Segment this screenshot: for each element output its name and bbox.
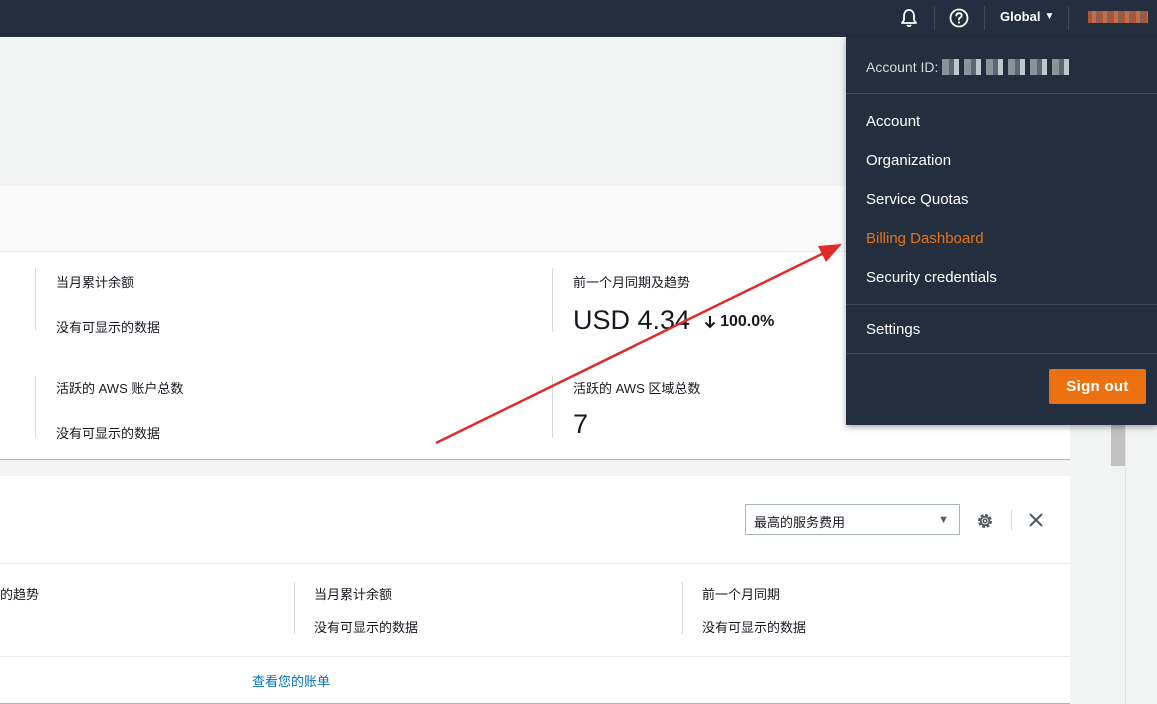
account-menu-button[interactable] bbox=[1088, 11, 1148, 23]
trend-indicator: 100.0% bbox=[704, 313, 774, 331]
nav-divider bbox=[934, 6, 935, 30]
column-divider bbox=[35, 376, 36, 438]
menu-item-service-quotas[interactable]: Service Quotas bbox=[866, 191, 969, 208]
metric-previous-month: 前一个月同期及趋势 USD 4.34 100.0% bbox=[573, 272, 774, 336]
service-filter-select[interactable]: 最高的服务费用 ▼ bbox=[745, 504, 960, 535]
account-id-row: Account ID: bbox=[866, 59, 1073, 75]
nav-divider bbox=[984, 6, 985, 30]
sign-out-button[interactable]: Sign out bbox=[1049, 369, 1146, 404]
column-divider bbox=[552, 268, 553, 332]
metric-value: USD 4.34 bbox=[573, 305, 691, 335]
metric-label: 当月累计余额 bbox=[56, 275, 135, 290]
column-divider bbox=[35, 268, 36, 330]
caret-down-icon: ▼ bbox=[938, 514, 949, 526]
top-services-card: 最高的服务费用 ▼ 的趋势 当月累计余额 没有可显示的数据 前一个月同期 没有可… bbox=[0, 476, 1070, 704]
menu-item-organization[interactable]: Organization bbox=[866, 152, 951, 169]
card-header: 最高的服务费用 ▼ bbox=[0, 476, 1070, 564]
metric-value-row: USD 4.34 100.0% bbox=[573, 305, 774, 336]
region-selector[interactable]: Global ▼ bbox=[1000, 9, 1054, 24]
top-nav: Global ▼ bbox=[0, 0, 1157, 37]
menu-divider bbox=[846, 304, 1157, 305]
menu-divider bbox=[846, 353, 1157, 354]
menu-divider bbox=[846, 93, 1157, 94]
scroll-track bbox=[1125, 424, 1126, 704]
menu-item-account[interactable]: Account bbox=[866, 113, 920, 130]
column-divider bbox=[682, 582, 683, 634]
column-label: 前一个月同期 bbox=[702, 587, 781, 602]
account-id-label: Account ID: bbox=[866, 59, 939, 75]
scrollbar-thumb[interactable] bbox=[1111, 424, 1125, 466]
help-icon[interactable] bbox=[948, 7, 970, 29]
metric-value: 没有可显示的数据 bbox=[56, 426, 161, 441]
view-bill-link[interactable]: 查看您的账单 bbox=[252, 671, 330, 690]
column-label: 的趋势 bbox=[0, 587, 40, 602]
metric-value: 7 bbox=[573, 409, 589, 439]
column-value: 没有可显示的数据 bbox=[314, 620, 419, 635]
caret-down-icon: ▼ bbox=[1044, 11, 1055, 22]
column-value: 没有可显示的数据 bbox=[702, 620, 807, 635]
menu-item-settings[interactable]: Settings bbox=[866, 321, 920, 338]
column-previous-month: 前一个月同期 没有可显示的数据 bbox=[702, 584, 806, 636]
metric-label: 活跃的 AWS 账户总数 bbox=[56, 381, 184, 396]
select-value: 最高的服务费用 bbox=[754, 515, 846, 530]
region-label: Global bbox=[1000, 9, 1041, 24]
gear-icon[interactable] bbox=[975, 511, 995, 531]
column-month-to-date: 当月累计余额 没有可显示的数据 bbox=[314, 584, 418, 636]
trend-value: 100.0% bbox=[720, 313, 775, 330]
menu-item-security-credentials[interactable]: Security credentials bbox=[866, 269, 997, 286]
column-divider bbox=[294, 582, 295, 634]
close-icon[interactable] bbox=[1026, 510, 1046, 530]
account-dropdown-menu: Account ID: Account Organization Service… bbox=[846, 37, 1157, 425]
menu-item-billing-dashboard[interactable]: Billing Dashboard bbox=[866, 230, 984, 247]
metric-month-to-date: 当月累计余额 没有可显示的数据 bbox=[56, 272, 160, 336]
arrow-down-icon bbox=[704, 316, 716, 329]
header-divider bbox=[1011, 510, 1012, 530]
column-divider bbox=[552, 376, 553, 438]
account-id-redacted bbox=[942, 59, 1073, 75]
card-footer-divider bbox=[0, 656, 1070, 657]
metric-active-regions: 活跃的 AWS 区域总数 7 bbox=[573, 378, 700, 440]
metric-label: 前一个月同期及趋势 bbox=[573, 275, 691, 290]
metric-label: 活跃的 AWS 区域总数 bbox=[573, 381, 701, 396]
nav-divider bbox=[1068, 6, 1069, 30]
column-label: 当月累计余额 bbox=[314, 587, 393, 602]
bell-icon[interactable] bbox=[898, 7, 920, 29]
metric-value: 没有可显示的数据 bbox=[56, 320, 161, 335]
metric-active-accounts: 活跃的 AWS 账户总数 没有可显示的数据 bbox=[56, 378, 183, 442]
column-trend: 的趋势 bbox=[0, 584, 39, 603]
